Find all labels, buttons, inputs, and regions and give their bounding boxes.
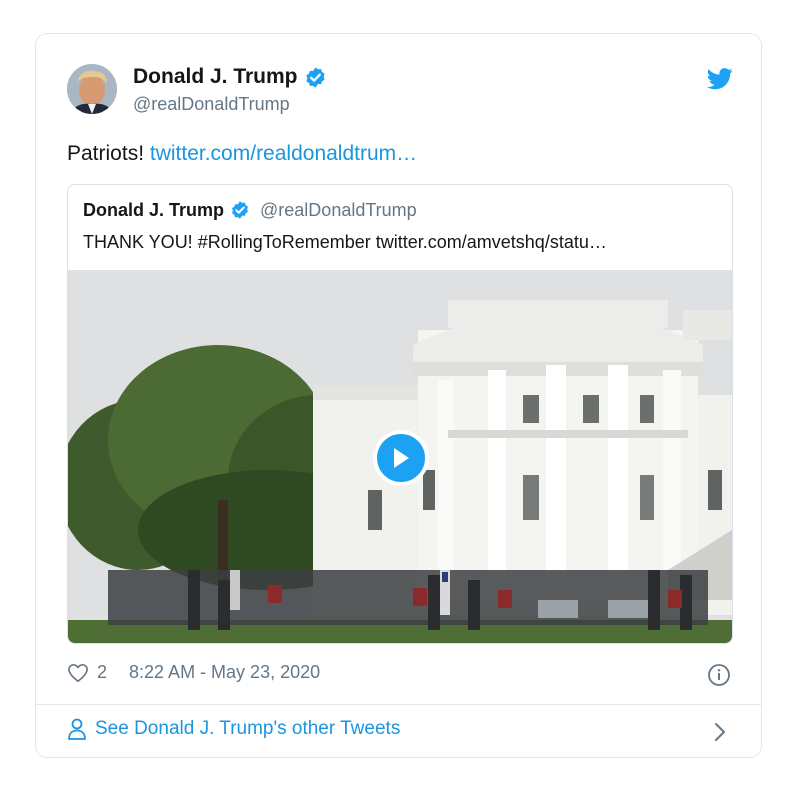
tweet-link[interactable]: twitter.com/realdonaldtrum… xyxy=(150,142,417,165)
video-thumbnail[interactable] xyxy=(68,270,732,643)
tweet-text: Patriots! twitter.com/realdonaldtrum… xyxy=(67,140,417,168)
twitter-bird-icon[interactable] xyxy=(707,68,733,90)
person-icon xyxy=(68,718,86,740)
play-icon xyxy=(394,448,409,468)
quoted-author-name[interactable]: Donald J. Trump xyxy=(83,199,224,221)
author-name-row[interactable]: Donald J. Trump xyxy=(133,64,327,90)
like-count[interactable]: 2 xyxy=(97,662,107,683)
tweet-text-body: Patriots! xyxy=(67,142,145,165)
info-icon[interactable] xyxy=(707,663,731,687)
chevron-right-icon[interactable] xyxy=(713,722,727,742)
embedded-tweet-card: Donald J. Trump @realDonaldTrump Patriot… xyxy=(35,33,762,758)
quoted-tweet-text: THANK YOU! #RollingToRemember twitter.co… xyxy=(83,232,607,252)
see-other-tweets-link[interactable]: See Donald J. Trump's other Tweets xyxy=(67,718,400,740)
play-button[interactable] xyxy=(373,430,429,486)
footer-divider xyxy=(36,704,761,705)
timestamp[interactable]: 8:22 AM - May 23, 2020 xyxy=(129,662,320,683)
see-other-tweets-label: See Donald J. Trump's other Tweets xyxy=(95,718,401,739)
avatar-portrait-icon xyxy=(67,64,117,114)
tweet-meta: 2 8:22 AM - May 23, 2020 xyxy=(67,662,320,683)
heart-icon[interactable] xyxy=(67,663,89,683)
quoted-tweet-header: Donald J. Trump @realDonaldTrump xyxy=(83,199,417,221)
author-handle[interactable]: @realDonaldTrump xyxy=(133,93,290,115)
quoted-author-handle[interactable]: @realDonaldTrump xyxy=(260,199,417,221)
author-name[interactable]: Donald J. Trump xyxy=(133,64,298,90)
avatar[interactable] xyxy=(67,64,117,114)
quoted-tweet[interactable]: Donald J. Trump @realDonaldTrump THANK Y… xyxy=(67,184,733,644)
verified-badge-icon xyxy=(305,66,325,88)
verified-badge-icon xyxy=(232,201,248,219)
